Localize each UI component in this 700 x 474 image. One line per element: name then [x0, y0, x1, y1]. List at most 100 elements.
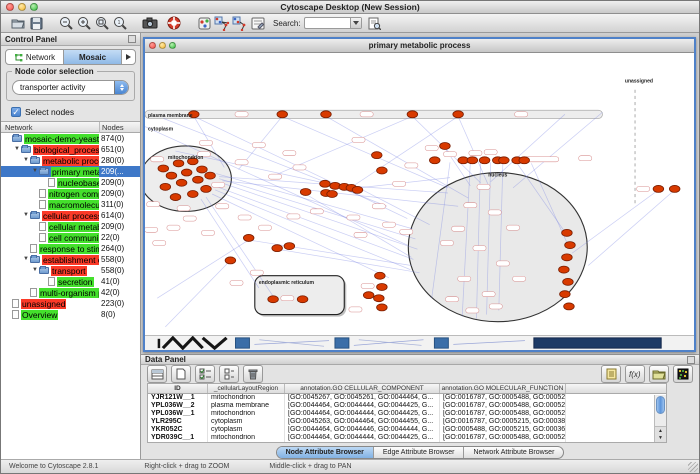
- tree-row[interactable]: secretion41(0): [1, 276, 140, 287]
- network-node[interactable]: [158, 165, 169, 172]
- attribute-table-icon[interactable]: [147, 365, 167, 383]
- notepad-icon[interactable]: [601, 365, 621, 383]
- network-node[interactable]: [564, 303, 575, 310]
- network-node[interactable]: [669, 185, 680, 192]
- network-node[interactable]: [272, 245, 283, 252]
- tab-node-attribute-browser[interactable]: Node Attribute Browser: [277, 447, 374, 458]
- tree-row[interactable]: ▼metabolic process280(0): [1, 155, 140, 166]
- expand-arrow-icon[interactable]: ▼: [31, 265, 39, 276]
- zoom-out-icon[interactable]: [57, 15, 75, 32]
- node-color-dropdown[interactable]: transporter activity: [12, 80, 129, 95]
- network-node[interactable]: [205, 172, 216, 179]
- search-input-combo[interactable]: [304, 17, 362, 29]
- expand-arrow-icon[interactable]: ▼: [13, 144, 21, 155]
- tree-row[interactable]: nitrogen compo209(0): [1, 188, 140, 199]
- table-row[interactable]: YPL036W__2plasma membrane[GO:0044464, GO…: [148, 402, 666, 410]
- expand-arrow-icon[interactable]: ▼: [31, 166, 39, 177]
- scrollbar-thumb[interactable]: [656, 396, 665, 414]
- tab-overflow-button[interactable]: [122, 50, 135, 64]
- tree-row[interactable]: nucleobase-209(0): [1, 177, 140, 188]
- network-node[interactable]: [467, 157, 478, 164]
- column-header[interactable]: _cellularLayoutRegion: [208, 384, 285, 393]
- network-node[interactable]: [375, 272, 386, 279]
- advanced-search-icon[interactable]: [366, 15, 384, 32]
- resize-grip[interactable]: [688, 462, 698, 472]
- float-data-panel-icon[interactable]: [687, 356, 695, 364]
- network-node[interactable]: [559, 266, 570, 273]
- network-node[interactable]: [562, 254, 573, 261]
- tab-edge-attribute-browser[interactable]: Edge Attribute Browser: [374, 447, 465, 458]
- network-node[interactable]: [193, 176, 204, 183]
- tree-row[interactable]: ▼establishment of lo558(0): [1, 254, 140, 265]
- select-attributes-icon[interactable]: [195, 365, 215, 383]
- network-node[interactable]: [653, 185, 664, 192]
- network-node[interactable]: [170, 194, 181, 201]
- delete-attribute-icon[interactable]: [243, 365, 263, 383]
- network-node[interactable]: [352, 186, 363, 193]
- network-canvas[interactable]: plasma membranecytoplasmmitochondrionnuc…: [145, 53, 694, 335]
- function-builder-icon[interactable]: f(x): [625, 365, 645, 383]
- tree-row[interactable]: unassigned223(0): [1, 298, 140, 309]
- help-ring-icon[interactable]: [165, 15, 183, 32]
- scrollbar-arrows[interactable]: ▲▼: [655, 426, 666, 442]
- network-node[interactable]: [563, 278, 574, 285]
- network-node[interactable]: [440, 143, 451, 150]
- network-node[interactable]: [160, 183, 171, 190]
- column-header[interactable]: [566, 384, 666, 393]
- import-folder-icon[interactable]: [649, 365, 669, 383]
- select-nodes-checkbox[interactable]: ✓: [11, 107, 21, 117]
- network-node[interactable]: [201, 185, 212, 192]
- network-node[interactable]: [187, 191, 198, 198]
- tree-row[interactable]: Overview8(0): [1, 309, 140, 320]
- zoom-in-icon[interactable]: [75, 15, 93, 32]
- network-node[interactable]: [519, 157, 530, 164]
- zoom-selected-icon[interactable]: [93, 15, 111, 32]
- network-node[interactable]: [181, 169, 192, 176]
- tree-row[interactable]: response to stimulu264(0): [1, 243, 140, 254]
- search-input[interactable]: [305, 18, 350, 28]
- zoom-fit-icon[interactable]: 1: [111, 15, 129, 32]
- tree-row[interactable]: ▼transport558(0): [1, 265, 140, 276]
- network-node[interactable]: [453, 111, 464, 118]
- network-node[interactable]: [268, 296, 279, 303]
- table-row[interactable]: YPL036W__1mitochondrion[GO:0044464, GO:0…: [148, 410, 666, 418]
- expand-arrow-icon[interactable]: ▼: [22, 254, 30, 265]
- network-node[interactable]: [327, 191, 338, 198]
- tree-row[interactable]: cell communicat22(0): [1, 232, 140, 243]
- network-node[interactable]: [225, 257, 236, 264]
- network-node[interactable]: [176, 179, 187, 186]
- network-node[interactable]: [429, 157, 440, 164]
- tab-network-attribute-browser[interactable]: Network Attribute Browser: [464, 447, 563, 458]
- network-view-frame[interactable]: primary metabolic process plasma membran…: [143, 37, 696, 352]
- vizmapper-icon[interactable]: [195, 15, 213, 32]
- tree-row[interactable]: ▼primary metabo209(...: [1, 166, 140, 177]
- expand-arrow-icon[interactable]: ▼: [22, 155, 30, 166]
- network-node[interactable]: [297, 296, 308, 303]
- table-row[interactable]: YLR295Ccytoplasm[GO:0045263, GO:0044464,…: [148, 418, 666, 426]
- column-header[interactable]: annotation.GO MOLECULAR_FUNCTION: [440, 384, 566, 393]
- network-overlay-a-icon[interactable]: [213, 15, 231, 32]
- network-node[interactable]: [363, 292, 374, 299]
- network-node[interactable]: [243, 234, 254, 241]
- new-attribute-icon[interactable]: [171, 365, 191, 383]
- tab-mosaic[interactable]: Mosaic: [64, 50, 122, 64]
- column-header[interactable]: ID: [148, 384, 208, 393]
- tree-row[interactable]: macromolecule311(0): [1, 199, 140, 210]
- network-node[interactable]: [560, 291, 571, 298]
- save-icon[interactable]: [27, 15, 45, 32]
- network-node[interactable]: [372, 152, 383, 159]
- network-node[interactable]: [562, 229, 573, 236]
- network-node[interactable]: [407, 111, 418, 118]
- annotation-form-icon[interactable]: [249, 15, 267, 32]
- column-header[interactable]: annotation.GO CELLULAR_COMPONENT: [285, 384, 440, 393]
- network-node[interactable]: [284, 243, 295, 250]
- unselect-attributes-icon[interactable]: [219, 365, 239, 383]
- network-node[interactable]: [197, 166, 208, 173]
- tree-row[interactable]: cellular metabo209(0): [1, 221, 140, 232]
- network-node[interactable]: [300, 188, 311, 195]
- table-row[interactable]: YDR039C__1mitochondrion[GO:0044464, GO:0…: [148, 434, 666, 442]
- search-dropdown-arrow[interactable]: [350, 18, 361, 28]
- tab-network[interactable]: Network: [6, 50, 64, 64]
- expand-arrow-icon[interactable]: ▼: [22, 210, 30, 221]
- tree-row[interactable]: ▼biological_process651(0): [1, 144, 140, 155]
